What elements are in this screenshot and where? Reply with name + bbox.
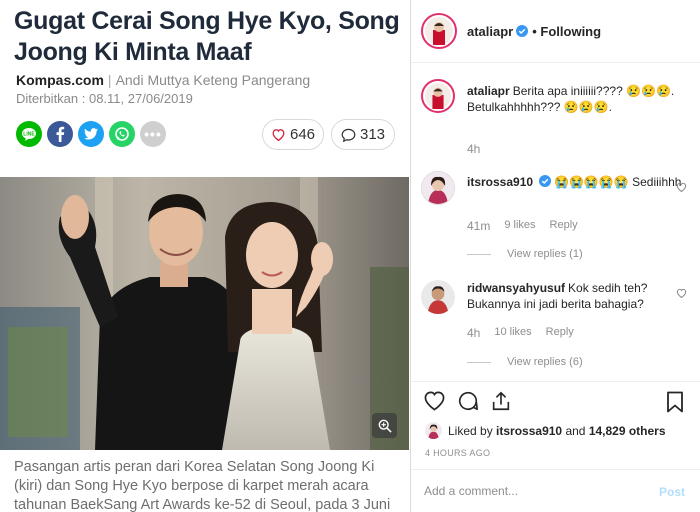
red-carpet-photo xyxy=(0,177,409,450)
facebook-icon xyxy=(56,126,65,142)
share-icon[interactable] xyxy=(490,390,512,412)
comment-like-icon[interactable] xyxy=(676,182,687,192)
line-share-button[interactable]: LINE xyxy=(16,121,42,147)
more-icon: ••• xyxy=(144,126,162,142)
liked-by-user[interactable]: itsrossa910 xyxy=(496,424,562,438)
commenter-avatar[interactable] xyxy=(421,171,455,205)
photo-caption: Pasangan artis peran dari Korea Selatan … xyxy=(14,459,391,512)
liked-by-and: and xyxy=(565,423,586,438)
liked-by-others[interactable]: 14,829 others xyxy=(589,424,666,438)
post-comment-button[interactable]: Post xyxy=(659,485,685,499)
liked-by-avatar[interactable] xyxy=(425,422,442,439)
article-byline: Kompas.com | Andi Muttya Keteng Pangerang xyxy=(16,72,310,88)
article-source[interactable]: Kompas.com xyxy=(16,72,104,88)
article-published-date: Diterbitkan : 08.11, 27/06/2019 xyxy=(16,91,193,106)
comment-body: ataliapr Berita apa iniiiiii???? 😢😢😢. Bet… xyxy=(467,83,689,115)
comment-meta: 4h xyxy=(467,142,480,156)
following-status[interactable]: • Following xyxy=(532,24,601,39)
comment-body: itsrossa910 😭😭😭😭😭 Sediiihhh xyxy=(467,174,689,190)
view-replies-label: View replies (1) xyxy=(507,248,583,260)
instagram-panel: ataliapr • Following ataliapr Berita apa … xyxy=(410,0,700,512)
comment-caption: ataliapr Berita apa iniiiiii???? 😢😢😢. Bet… xyxy=(421,79,693,159)
comment-username[interactable]: itsrossa910 xyxy=(467,175,533,189)
line-icon: LINE xyxy=(22,128,36,141)
liked-by-prefix: Liked by xyxy=(448,423,493,438)
like-heart-icon[interactable] xyxy=(423,390,446,411)
replies-divider xyxy=(467,253,491,255)
heart-outline-icon xyxy=(272,129,285,141)
comment-username[interactable]: ataliapr xyxy=(467,84,510,98)
comment-item: ridwansyahyusuf Kok sedih teh? Bukannya i… xyxy=(421,280,693,375)
news-article: Gugat Cerai Song Hye Kyo, Song Joong Ki … xyxy=(0,0,409,512)
bookmark-icon[interactable] xyxy=(666,391,684,413)
avatar-image xyxy=(425,422,442,439)
view-replies-button[interactable]: View replies (1) xyxy=(467,248,583,260)
comment-body: ridwansyahyusuf Kok sedih teh? Bukannya i… xyxy=(467,280,689,312)
svg-text:LINE: LINE xyxy=(23,132,35,138)
avatar-image xyxy=(422,172,454,204)
twitter-icon xyxy=(84,128,98,140)
twitter-share-button[interactable] xyxy=(78,121,104,147)
comment-like-icon[interactable] xyxy=(676,288,687,298)
zoom-button[interactable] xyxy=(372,413,397,438)
add-comment-bar: Post xyxy=(411,469,700,512)
post-header: ataliapr • Following xyxy=(411,0,700,63)
post-timestamp[interactable]: 4 HOURS AGO xyxy=(425,448,490,458)
verified-badge-icon xyxy=(539,175,552,187)
comment-time: 41m xyxy=(467,219,491,233)
article-photo xyxy=(0,177,409,450)
avatar-image xyxy=(425,83,451,109)
reply-button[interactable]: Reply xyxy=(546,326,574,340)
share-buttons: LINE ••• xyxy=(16,121,166,147)
comment-icon[interactable] xyxy=(457,390,479,412)
comment-likes[interactable]: 10 likes xyxy=(494,326,531,340)
commenter-avatar[interactable] xyxy=(421,280,455,314)
speech-bubble-icon xyxy=(341,128,356,142)
add-comment-input[interactable] xyxy=(424,484,634,498)
actions-divider xyxy=(411,381,700,382)
comment-text: 😭😭😭😭😭 Sediiihhh xyxy=(554,175,682,189)
article-author[interactable]: Andi Muttya Keteng Pangerang xyxy=(116,72,311,88)
replies-divider xyxy=(467,361,491,363)
comment-username[interactable]: ridwansyahyusuf xyxy=(467,281,565,295)
avatar-image xyxy=(425,17,453,45)
comment-meta: 41m 9 likes Reply xyxy=(467,219,578,233)
avatar-image xyxy=(421,280,455,314)
more-share-button[interactable]: ••• xyxy=(140,121,166,147)
liked-by-summary: Liked by itsrossa910 and 14,829 others xyxy=(425,422,666,439)
article-like-count: 646 xyxy=(289,126,316,143)
comment-time: 4h xyxy=(467,326,481,340)
comment-item: itsrossa910 😭😭😭😭😭 Sediiihhh 41m 9 likes R… xyxy=(421,171,693,266)
post-user-avatar[interactable] xyxy=(421,13,457,49)
view-replies-button[interactable]: View replies (6) xyxy=(467,356,583,368)
whatsapp-share-button[interactable] xyxy=(109,121,135,147)
byline-separator: | xyxy=(107,72,112,88)
post-username[interactable]: ataliapr xyxy=(467,24,513,39)
comment-meta: 4h 10 likes Reply xyxy=(467,326,574,340)
article-comment-count: 313 xyxy=(359,126,386,143)
reply-button[interactable]: Reply xyxy=(550,219,578,233)
view-replies-label: View replies (6) xyxy=(507,356,583,368)
verified-badge-icon xyxy=(516,25,529,37)
article-like-button[interactable]: 646 xyxy=(262,119,324,150)
post-actions xyxy=(423,390,512,412)
comment-time: 4h xyxy=(467,142,481,156)
whatsapp-icon xyxy=(115,127,129,141)
commenter-avatar[interactable] xyxy=(421,79,455,113)
comment-likes[interactable]: 9 likes xyxy=(504,219,535,233)
magnifier-icon xyxy=(378,419,392,433)
facebook-share-button[interactable] xyxy=(47,121,73,147)
article-comment-button[interactable]: 313 xyxy=(331,119,395,150)
article-headline: Gugat Cerai Song Hye Kyo, Song Joong Ki … xyxy=(14,7,400,66)
